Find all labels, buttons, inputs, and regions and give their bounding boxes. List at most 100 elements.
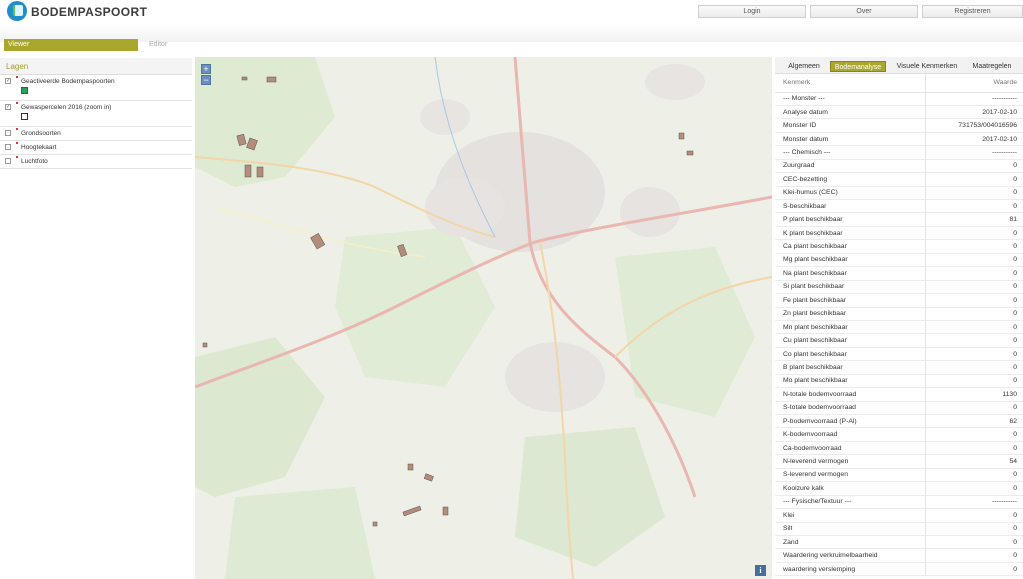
kenmerk-cell: Cu plant beschikbaar bbox=[775, 333, 925, 348]
waarde-cell: 54 bbox=[924, 454, 1023, 469]
layer-checkbox[interactable]: ✓ bbox=[5, 78, 11, 84]
kenmerk-cell: K-bodemvoorraad bbox=[775, 427, 925, 442]
table-row: Zand 0 bbox=[775, 535, 1023, 550]
table-row: Mg plant beschikbaar 0 bbox=[775, 253, 1023, 268]
app-title: BODEMPASPOORT bbox=[31, 5, 148, 19]
kenmerk-cell: Zand bbox=[775, 535, 925, 550]
map-canvas[interactable] bbox=[195, 57, 772, 579]
viewer-tab[interactable]: Viewer bbox=[4, 39, 138, 51]
table-row: K plant beschikbaar 0 bbox=[775, 226, 1023, 241]
kenmerk-cell: Koolzure kalk bbox=[775, 481, 925, 496]
kenmerk-cell: Analyse datum bbox=[775, 105, 925, 120]
waarde-cell: 0 bbox=[924, 468, 1023, 483]
waarde-cell: 0 bbox=[924, 226, 1023, 241]
tab-algemeen[interactable]: Algemeen bbox=[785, 61, 823, 72]
layer-item[interactable]: ✓ Geactiveerde Bodempaspoorten bbox=[0, 75, 192, 101]
tab-bodemanalyse[interactable]: Bodemanalyse bbox=[830, 61, 886, 72]
table-row: CEC-bezetting 0 bbox=[775, 172, 1023, 187]
kenmerk-cell: Klei-humus (CEC) bbox=[775, 186, 925, 201]
layer-label: Grondsoorten bbox=[21, 130, 61, 137]
layer-item[interactable]: ✓ Gewaspercelen 2016 (zoom in) bbox=[0, 101, 192, 127]
waarde-cell: 2017-02-10 bbox=[924, 105, 1023, 120]
zoom-out-button[interactable]: − bbox=[201, 75, 211, 85]
waarde-cell: 0 bbox=[924, 280, 1023, 295]
details-tabs: Algemeen Bodemanalyse Visuele Kenmerken … bbox=[775, 57, 1023, 74]
over-button[interactable]: Over bbox=[810, 5, 918, 18]
waarde-cell: 0 bbox=[924, 508, 1023, 523]
table-row: Na plant beschikbaar 0 bbox=[775, 266, 1023, 281]
table-row: Monster ID 731753/004016596 bbox=[775, 118, 1023, 133]
tab-visuele-kenmerken[interactable]: Visuele Kenmerken bbox=[894, 61, 960, 72]
waarde-cell: 0 bbox=[924, 333, 1023, 348]
waarde-cell: 0 bbox=[924, 159, 1023, 174]
table-row: --- Monster --- ----------- bbox=[775, 92, 1023, 106]
waarde-cell: 0 bbox=[924, 481, 1023, 496]
table-row: Ca-bodemvoorraad 0 bbox=[775, 441, 1023, 456]
table-row: Mn plant beschikbaar 0 bbox=[775, 320, 1023, 335]
waarde-cell: 0 bbox=[924, 199, 1023, 214]
table-row: Analyse datum 2017-02-10 bbox=[775, 105, 1023, 120]
kenmerk-cell: CEC-bezetting bbox=[775, 172, 925, 187]
table-row: --- Fysische/Textuur --- ----------- bbox=[775, 495, 1023, 510]
top-header: BODEMPASPOORT Login Over Registreren bbox=[0, 0, 1023, 24]
layer-checkbox[interactable] bbox=[5, 144, 11, 150]
layer-marker-icon bbox=[16, 102, 18, 104]
layer-checkbox[interactable] bbox=[5, 158, 11, 164]
kenmerk-cell: N-totale bodemvoorraad bbox=[775, 387, 925, 402]
table-row: --- Chemisch --- ----------- bbox=[775, 145, 1023, 160]
waarde-cell: ----------- bbox=[924, 495, 1023, 510]
waarde-cell: ----------- bbox=[924, 92, 1023, 106]
kenmerk-cell: Monster ID bbox=[775, 118, 925, 133]
table-row: Klei-humus (CEC) 0 bbox=[775, 186, 1023, 201]
kenmerk-cell: Si plant beschikbaar bbox=[775, 280, 925, 295]
layer-checkbox[interactable]: ✓ bbox=[5, 104, 11, 110]
layer-marker-icon bbox=[16, 76, 18, 78]
layer-label: Luchtfoto bbox=[21, 158, 48, 165]
kenmerk-cell: --- Chemisch --- bbox=[775, 145, 925, 160]
waarde-cell: 0 bbox=[924, 548, 1023, 563]
waarde-cell: ----------- bbox=[924, 145, 1023, 160]
info-icon[interactable]: i bbox=[755, 565, 766, 576]
waarde-cell: 0 bbox=[924, 320, 1023, 335]
table-row: B plant beschikbaar 0 bbox=[775, 360, 1023, 375]
layers-title: Lagen bbox=[0, 58, 192, 75]
zoom-in-button[interactable]: + bbox=[201, 64, 211, 74]
waarde-cell: 731753/004016596 bbox=[924, 118, 1023, 133]
waarde-cell: 0 bbox=[924, 266, 1023, 281]
waarde-cell: 0 bbox=[924, 441, 1023, 456]
kenmerk-cell: B plant beschikbaar bbox=[775, 360, 925, 375]
kenmerk-cell: Zn plant beschikbaar bbox=[775, 307, 925, 321]
layer-item[interactable]: Hoogtekaart bbox=[0, 141, 192, 155]
waarde-cell: 0 bbox=[924, 293, 1023, 308]
waarde-cell: 0 bbox=[924, 172, 1023, 187]
login-button[interactable]: Login bbox=[698, 5, 806, 18]
waarde-cell: 0 bbox=[924, 401, 1023, 416]
waarde-cell: 0 bbox=[924, 307, 1023, 321]
layer-item[interactable]: Grondsoorten bbox=[0, 127, 192, 141]
editor-tab[interactable]: Editor bbox=[149, 39, 167, 51]
table-row: waardering verslemping 0 bbox=[775, 562, 1023, 577]
table-row: Co plant beschikbaar 0 bbox=[775, 347, 1023, 362]
layer-checkbox[interactable] bbox=[5, 130, 11, 136]
kenmerk-cell: Ca plant beschikbaar bbox=[775, 239, 925, 254]
waarde-cell: 2017-02-10 bbox=[924, 132, 1023, 147]
kenmerk-cell: K plant beschikbaar bbox=[775, 226, 925, 241]
waarde-cell: 0 bbox=[924, 239, 1023, 254]
map-view[interactable]: + − i bbox=[195, 57, 772, 579]
registreren-button[interactable]: Registreren bbox=[922, 5, 1023, 18]
table-row: Zuurgraad 0 bbox=[775, 159, 1023, 174]
waarde-cell: 62 bbox=[924, 414, 1023, 429]
table-row: Koolzure kalk 0 bbox=[775, 481, 1023, 496]
table-row: N-totale bodemvoorraad 1130 bbox=[775, 387, 1023, 402]
table-row: S-beschikbaar 0 bbox=[775, 199, 1023, 214]
layer-marker-icon bbox=[16, 128, 18, 130]
layer-item[interactable]: Luchtfoto bbox=[0, 155, 192, 169]
table-row: Ca plant beschikbaar 0 bbox=[775, 239, 1023, 254]
kenmerk-cell: --- Monster --- bbox=[775, 92, 925, 106]
details-panel: Algemeen Bodemanalyse Visuele Kenmerken … bbox=[775, 57, 1023, 579]
waarde-cell: 0 bbox=[924, 186, 1023, 201]
tab-maatregelen[interactable]: Maatregelen bbox=[968, 61, 1016, 72]
table-row: K-bodemvoorraad 0 bbox=[775, 427, 1023, 442]
table-row: Monster datum 2017-02-10 bbox=[775, 132, 1023, 147]
kenmerk-cell: Mo plant beschikbaar bbox=[775, 374, 925, 389]
